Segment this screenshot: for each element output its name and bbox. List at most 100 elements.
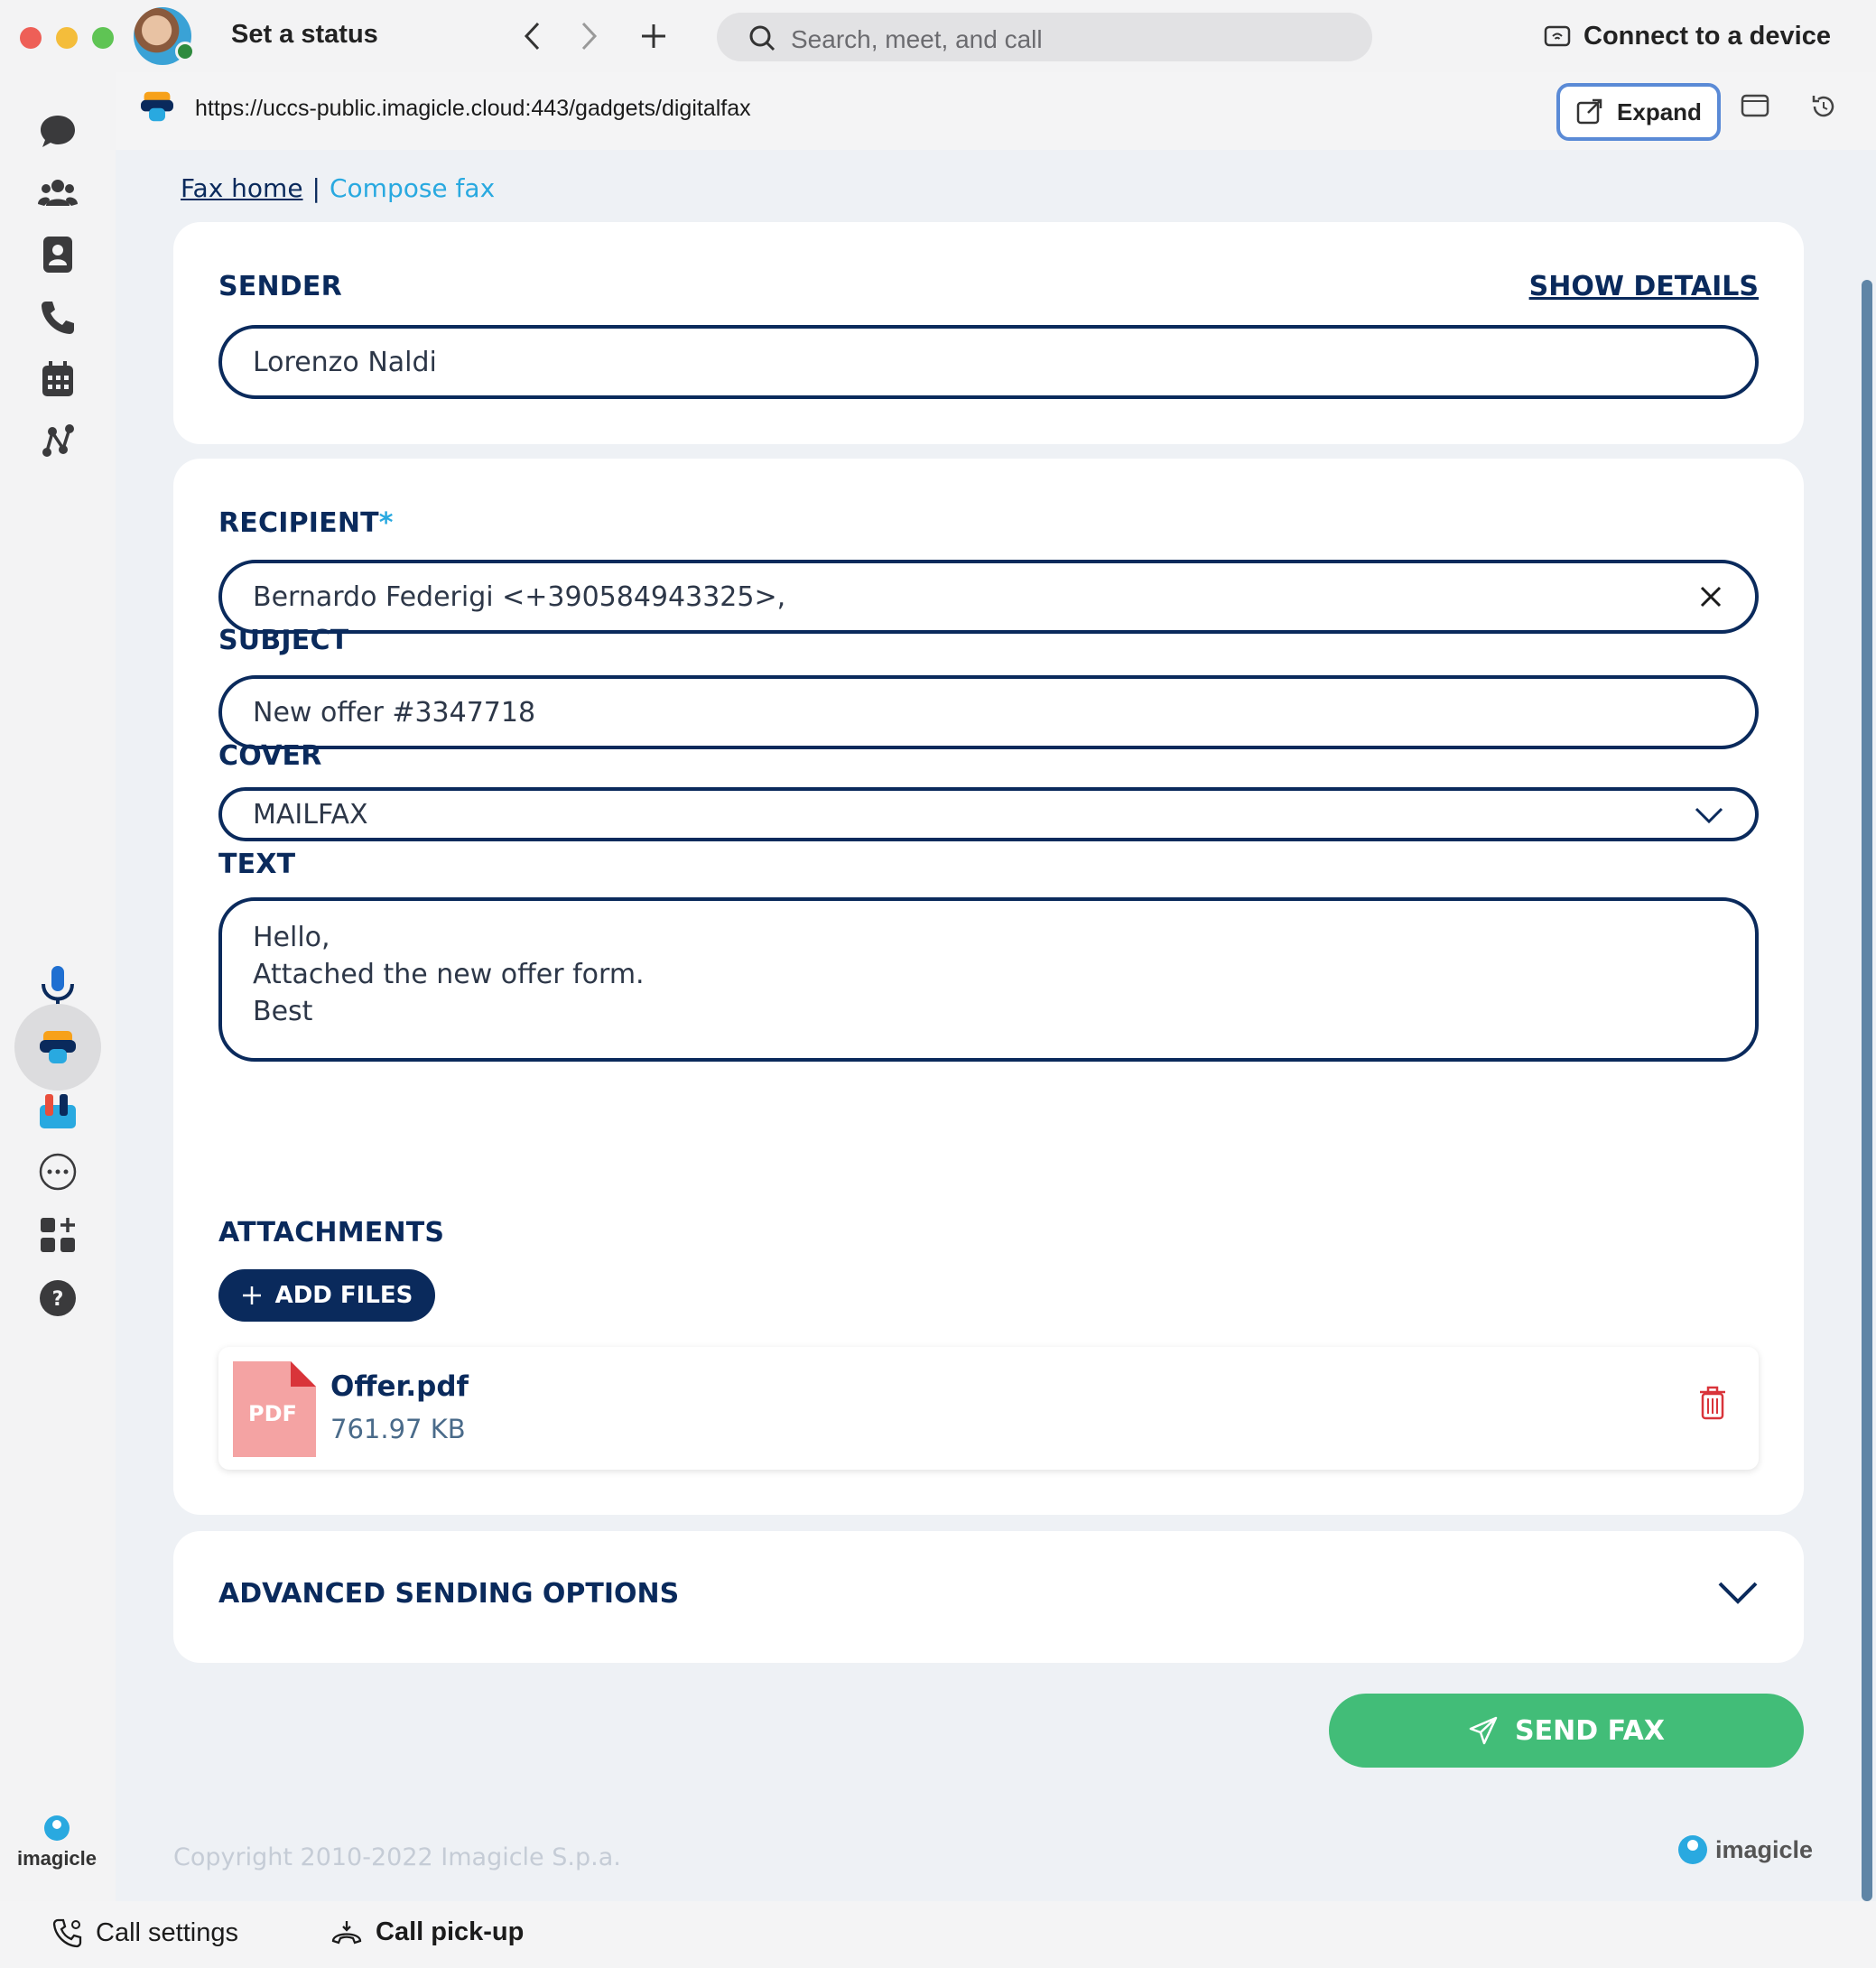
microphone-icon — [42, 966, 74, 1005]
sender-card: SENDER SHOW DETAILS Lorenzo Naldi — [173, 222, 1804, 444]
presence-status-dot — [175, 42, 195, 61]
advanced-options-card[interactable]: ADVANCED SENDING OPTIONS — [173, 1531, 1804, 1663]
sender-field[interactable]: Lorenzo Naldi — [218, 325, 1759, 399]
imagicle-logo-icon — [44, 1815, 70, 1841]
sender-value: Lorenzo Naldi — [253, 346, 437, 378]
sender-label: SENDER — [218, 271, 342, 302]
text-line-2: Attached the new offer form. — [253, 959, 645, 990]
minimize-window-button[interactable] — [56, 27, 78, 49]
set-status-button[interactable]: Set a status — [231, 20, 378, 50]
workflow-icon — [42, 424, 74, 457]
external-link-icon — [1576, 98, 1602, 125]
window-icon[interactable] — [1741, 92, 1769, 119]
recipient-label: RECIPIENT* — [218, 507, 394, 539]
help-button[interactable]: ? — [22, 1262, 94, 1334]
pdf-badge: PDF — [248, 1401, 297, 1426]
breadcrumb-compose-fax: Compose fax — [329, 173, 496, 203]
digital-fax-page: Fax home | Compose fax SENDER SHOW DETAILS… — [116, 150, 1876, 1905]
call-settings-button[interactable]: Call settings — [52, 1917, 238, 1948]
contacts-icon — [43, 237, 72, 273]
footer-brand-text: imagicle — [1715, 1835, 1814, 1863]
chevron-right-icon — [581, 22, 598, 51]
copyright: Copyright 2010-2022 Imagicle S.p.a. — [173, 1843, 621, 1871]
chat-icon — [41, 116, 75, 147]
plus-icon — [242, 1286, 261, 1304]
recipient-field[interactable]: Bernardo Federigi <+390584943325>, — [218, 560, 1759, 634]
send-fax-label: SEND FAX — [1515, 1714, 1665, 1747]
footer-brand: imagicle — [1677, 1834, 1813, 1865]
scrollbar[interactable] — [1862, 280, 1872, 1901]
connect-device-label: Connect to a device — [1583, 21, 1831, 51]
imagicle-logo: imagicle — [16, 1815, 98, 1871]
text-line-1: Hello, — [253, 922, 330, 953]
contacts-button[interactable] — [22, 218, 94, 291]
svg-text:?: ? — [52, 1288, 64, 1311]
chevron-left-icon — [524, 22, 540, 51]
cover-value: MAILFAX — [253, 798, 368, 831]
pdf-file-icon: PDF — [233, 1361, 316, 1457]
close-window-button[interactable] — [20, 27, 42, 49]
attachments-label: ATTACHMENTS — [218, 1217, 445, 1249]
call-pickup-button[interactable]: Call pick-up — [330, 1917, 524, 1947]
search-input[interactable]: Search, meet, and call — [717, 13, 1372, 61]
recipient-value: Bernardo Federigi <+390584943325>, — [253, 580, 786, 613]
chevron-down-icon[interactable] — [1717, 1578, 1759, 1605]
send-fax-button[interactable]: SEND FAX — [1329, 1694, 1804, 1768]
page-url: https://uccs-public.imagicle.cloud:443/g… — [195, 96, 751, 121]
zoom-window-button[interactable] — [92, 27, 114, 49]
apps-icon — [40, 1094, 76, 1128]
subject-value: New offer #3347718 — [253, 696, 536, 729]
device-icon — [1544, 25, 1571, 47]
breadcrumb: Fax home | Compose fax — [181, 173, 495, 203]
back-button[interactable] — [513, 16, 553, 56]
rail-logo-text: imagicle — [16, 1847, 98, 1870]
digital-fax-icon — [40, 1031, 76, 1063]
chevron-down-icon — [1695, 807, 1723, 824]
forward-button[interactable] — [569, 16, 608, 56]
add-files-label: ADD FILES — [274, 1282, 413, 1309]
url-bar: https://uccs-public.imagicle.cloud:443/g… — [116, 72, 1876, 150]
advanced-options-label: ADVANCED SENDING OPTIONS — [218, 1578, 680, 1610]
bottom-bar: Call settings Call pick-up — [0, 1901, 1876, 1968]
show-details-link[interactable]: SHOW DETAILS — [1529, 271, 1759, 302]
text-label: TEXT — [218, 849, 296, 880]
refresh-icon[interactable] — [1809, 92, 1838, 121]
teams-icon — [38, 180, 78, 206]
more-button[interactable] — [22, 1136, 94, 1208]
attachment-item: PDF Offer.pdf 761.97 KB — [218, 1347, 1759, 1470]
send-icon — [1469, 1716, 1498, 1745]
title-bar: Set a status Search, meet, and call Conn… — [0, 0, 1876, 72]
call-settings-label: Call settings — [96, 1917, 238, 1947]
workflow-button[interactable] — [22, 404, 94, 477]
text-area[interactable]: Hello, Attached the new offer form. Best — [218, 897, 1759, 1062]
call-settings-icon — [52, 1918, 82, 1948]
connect-device-button[interactable]: Connect to a device — [1544, 14, 1831, 58]
fax-details-card: RECIPIENT* Bernardo Federigi <+390584943… — [173, 459, 1804, 1515]
app-rail: ? imagicle — [0, 72, 116, 1901]
subject-field[interactable]: New offer #3347718 — [218, 675, 1759, 749]
more-icon — [39, 1153, 77, 1191]
call-pickup-icon — [331, 1920, 362, 1944]
breadcrumb-separator: | — [311, 173, 320, 203]
add-apps-button[interactable] — [22, 1199, 94, 1271]
plus-icon — [642, 24, 665, 48]
help-icon: ? — [40, 1280, 76, 1316]
calendar-icon — [42, 361, 73, 396]
imagicle-logo-icon — [1678, 1835, 1707, 1864]
required-mark: * — [378, 507, 394, 539]
breadcrumb-fax-home-link[interactable]: Fax home — [181, 173, 303, 203]
call-pickup-label: Call pick-up — [376, 1917, 525, 1946]
new-button[interactable] — [634, 16, 673, 56]
file-name: Offer.pdf — [330, 1370, 469, 1403]
cover-select[interactable]: MAILFAX — [218, 787, 1759, 841]
search-placeholder: Search, meet, and call — [791, 25, 1043, 53]
expand-label: Expand — [1617, 97, 1702, 125]
expand-button[interactable]: Expand — [1556, 83, 1721, 141]
add-apps-icon — [41, 1218, 75, 1252]
search-icon — [749, 25, 775, 51]
file-size: 761.97 KB — [330, 1414, 466, 1444]
clear-icon[interactable] — [1697, 583, 1724, 610]
add-files-button[interactable]: ADD FILES — [218, 1269, 435, 1322]
trash-icon[interactable] — [1697, 1385, 1728, 1421]
text-line-3: Best — [253, 996, 313, 1027]
